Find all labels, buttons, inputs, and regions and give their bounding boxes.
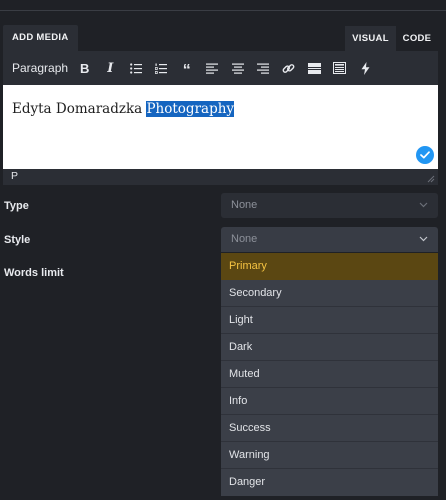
editor-content-area[interactable]: Edyta Domaradzka Photography [3,85,438,169]
element-path[interactable]: P [11,170,18,182]
dropdown-option-muted[interactable]: Muted [221,361,438,388]
style-select-value: None [231,233,258,245]
editor-text-plain: Edyta Domaradzka [12,101,147,117]
align-center-icon[interactable] [225,56,251,80]
editor-toolbar: Paragraph B I “ [3,51,438,85]
style-dropdown-list: Primary Secondary Light Dark Muted Info … [221,253,438,496]
chevron-down-icon [419,236,428,242]
dropdown-option-secondary[interactable]: Secondary [221,280,438,307]
style-label: Style [4,234,31,246]
tab-visual[interactable]: VISUAL [345,26,396,51]
dropdown-option-primary[interactable]: Primary [221,253,438,280]
align-right-icon[interactable] [251,56,277,80]
editor-text-selected: Photography [146,101,235,117]
blockquote-icon[interactable]: “ [174,56,200,80]
top-divider [0,10,446,11]
words-limit-label: Words limit [4,267,64,279]
dropdown-option-info[interactable]: Info [221,388,438,415]
type-select[interactable]: None [221,193,438,218]
editor-statusbar: P [3,169,438,185]
tab-code[interactable]: CODE [396,26,438,51]
dropdown-option-danger[interactable]: Danger [221,469,438,496]
italic-icon[interactable]: I [98,56,124,80]
format-select[interactable]: Paragraph [12,61,72,75]
link-icon[interactable] [276,56,302,80]
align-left-icon[interactable] [200,56,226,80]
read-more-icon[interactable] [302,56,328,80]
dropdown-option-dark[interactable]: Dark [221,334,438,361]
toolbar-toggle-icon[interactable] [327,56,353,80]
style-select[interactable]: None [221,227,438,252]
dropdown-option-warning[interactable]: Warning [221,442,438,469]
chevron-down-icon [419,202,428,208]
lightning-icon[interactable] [353,56,379,80]
bold-icon[interactable]: B [72,56,98,80]
add-media-button[interactable]: ADD MEDIA [3,25,78,51]
numbered-list-icon[interactable] [149,56,175,80]
dropdown-option-light[interactable]: Light [221,307,438,334]
type-select-value: None [231,199,258,211]
bullet-list-icon[interactable] [123,56,149,80]
check-icon[interactable] [416,146,434,164]
type-label: Type [4,200,29,212]
resize-handle-icon[interactable] [427,175,435,183]
dropdown-option-success[interactable]: Success [221,415,438,442]
editor-text: Edyta Domaradzka Photography [12,101,235,117]
